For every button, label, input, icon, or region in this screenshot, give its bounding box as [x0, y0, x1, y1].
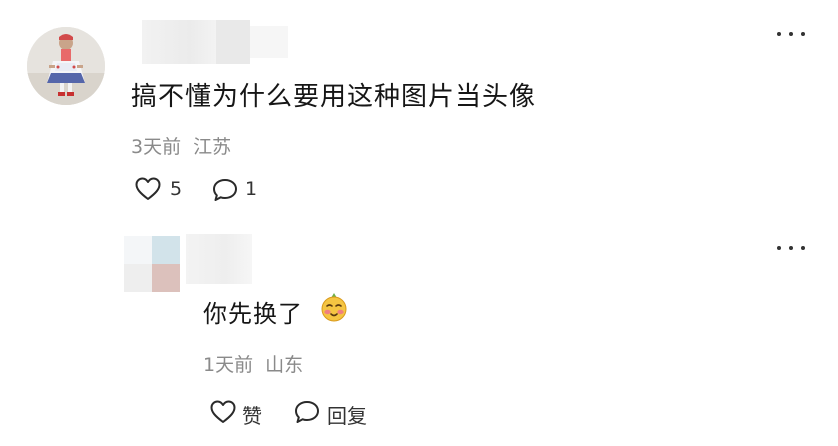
reply-label[interactable]: 回复 [327, 400, 367, 429]
comment-location: 江苏 [193, 136, 232, 158]
comment-meta: 3天前 江苏 [131, 132, 231, 159]
speech-bubble-icon [213, 179, 237, 201]
heart-outline-icon [135, 177, 161, 200]
username-blurred-segment [250, 26, 288, 58]
username-blurred-segment [216, 20, 250, 64]
reply-time: 1天前 [203, 354, 254, 376]
reply-button[interactable] [293, 399, 321, 429]
like-button[interactable] [134, 176, 162, 206]
reply-avatar[interactable] [124, 236, 180, 292]
more-options-button[interactable] [777, 30, 805, 38]
more-options-button[interactable] [777, 244, 805, 252]
reply-text: 你先换了 [203, 300, 303, 328]
comment-time: 3天前 [131, 136, 182, 158]
more-dots-icon [777, 246, 781, 250]
blushing-face-emoji-icon [318, 291, 350, 323]
reply-count: 1 [245, 178, 258, 200]
comment-text: 搞不懂为什么要用这种图片当头像 [131, 82, 537, 112]
like-button[interactable] [209, 399, 237, 429]
commenter-avatar[interactable] [27, 27, 105, 105]
username-blurred[interactable] [186, 234, 252, 284]
reply-meta: 1天前 山东 [203, 350, 303, 377]
like-count: 5 [170, 178, 183, 200]
heart-outline-icon [210, 400, 236, 423]
speech-bubble-icon [295, 401, 319, 423]
reply-location: 山东 [265, 354, 304, 376]
like-label[interactable]: 赞 [242, 400, 262, 429]
reply-button[interactable] [211, 177, 239, 207]
more-dots-icon [777, 32, 781, 36]
